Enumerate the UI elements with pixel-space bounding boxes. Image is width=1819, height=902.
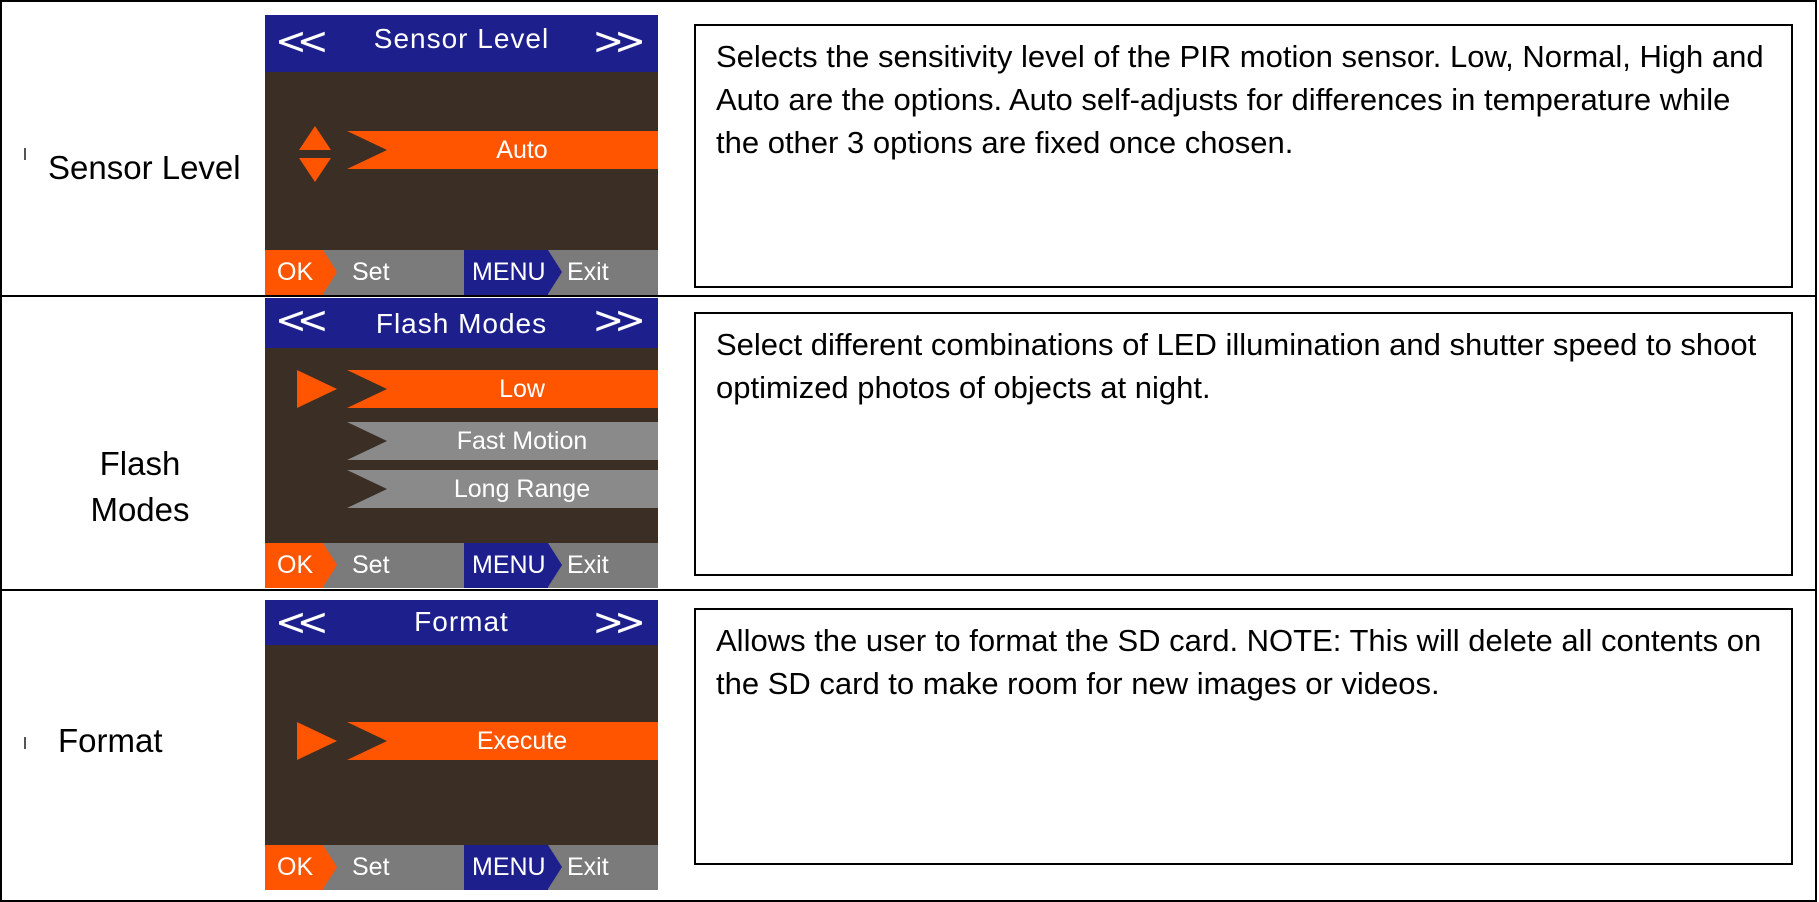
- camera-screen-format: << Format >> Execute OK Set MENU Exit: [265, 600, 658, 890]
- option-long-range: Long Range: [347, 470, 658, 508]
- ok-key-label: OK: [265, 845, 323, 890]
- option-auto: Auto: [347, 131, 658, 169]
- set-label: Set: [352, 258, 390, 286]
- next-page-icon: >>: [592, 298, 646, 342]
- camera-screen-flash-modes: << Flash Modes >> Low Fast Motion Long R…: [265, 298, 658, 588]
- ok-key-label: OK: [265, 543, 323, 588]
- screen-footer: OK Set MENU Exit: [265, 250, 658, 295]
- bullet-mark: [24, 737, 26, 749]
- option-execute: Execute: [347, 722, 658, 760]
- ok-arrow-icon: [323, 543, 337, 587]
- menu-arrow-icon: [548, 250, 562, 294]
- set-label: Set: [352, 853, 390, 881]
- ok-key-label: OK: [265, 250, 323, 295]
- description-box: Selects the sensitivity level of the PIR…: [694, 24, 1793, 288]
- up-down-arrows-icon: [299, 126, 331, 182]
- description-box: Select different combinations of LED ill…: [694, 312, 1793, 576]
- set-label: Set: [352, 551, 390, 579]
- bullet-mark: [24, 148, 26, 160]
- ok-arrow-icon: [323, 845, 337, 889]
- selection-pointer-icon: [297, 722, 337, 760]
- row-label: Sensor Level: [48, 149, 241, 186]
- option-low: Low: [347, 370, 658, 408]
- screen-footer: OK Set MENU Exit: [265, 543, 658, 588]
- menu-key-label: MENU: [464, 250, 548, 295]
- screen-header: << Format >>: [265, 600, 658, 645]
- menu-key-label: MENU: [464, 543, 548, 588]
- row-label: Format: [58, 722, 163, 759]
- menu-arrow-icon: [548, 543, 562, 587]
- row-label: Flash Modes: [90, 445, 190, 528]
- next-page-icon: >>: [592, 600, 646, 644]
- screen-header: << Flash Modes >>: [265, 298, 658, 348]
- screen-header: << Sensor Level >>: [265, 15, 658, 72]
- next-page-icon: >>: [592, 19, 646, 63]
- option-fast-motion: Fast Motion: [347, 422, 658, 460]
- exit-label: Exit: [567, 258, 609, 286]
- ok-arrow-icon: [323, 250, 337, 294]
- camera-screen-sensor-level: << Sensor Level >> Auto OK Set MENU Exit: [265, 15, 658, 295]
- menu-key-label: MENU: [464, 845, 548, 890]
- menu-arrow-icon: [548, 845, 562, 889]
- screen-footer: OK Set MENU Exit: [265, 845, 658, 890]
- exit-label: Exit: [567, 853, 609, 881]
- description-box: Allows the user to format the SD card. N…: [694, 608, 1793, 865]
- exit-label: Exit: [567, 551, 609, 579]
- selection-pointer-icon: [297, 370, 337, 408]
